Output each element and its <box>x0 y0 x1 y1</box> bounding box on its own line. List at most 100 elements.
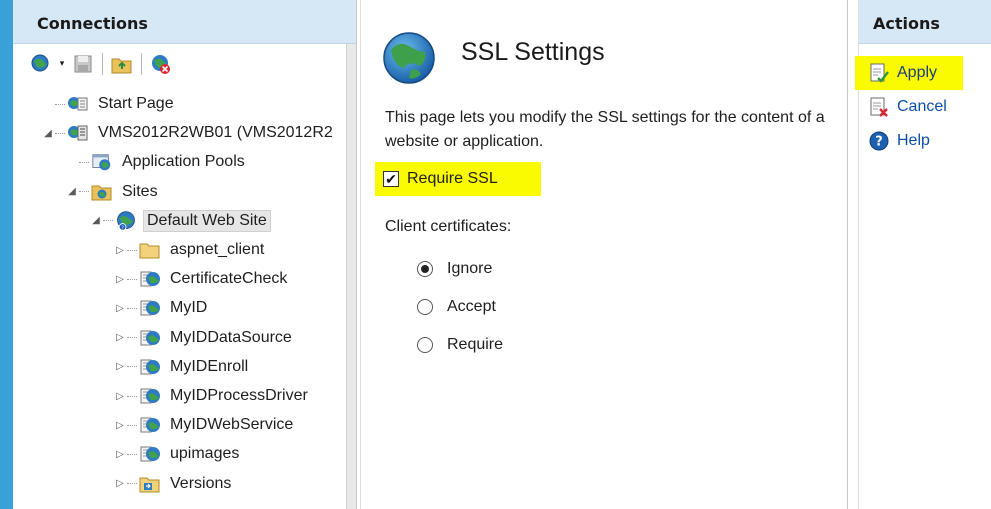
start-page-icon <box>67 93 89 115</box>
actions-header: Actions <box>859 0 991 44</box>
ssl-globe-icon <box>381 30 437 86</box>
tree-connector <box>55 132 65 134</box>
connections-pane: Connections ▾ Start Page ◢ VMS2012R2WB01 (… <box>13 0 357 509</box>
help-icon: ? <box>867 129 891 153</box>
tree-node-label: CertificateCheck <box>170 270 288 288</box>
collapse-arrow-icon[interactable]: ◢ <box>89 215 103 226</box>
expand-arrow-icon[interactable]: ▷ <box>113 303 127 314</box>
actions-pane: Actions Apply Cancel ? Help <box>855 0 991 509</box>
web-app-icon <box>139 356 161 378</box>
tree-node-label: upimages <box>170 445 240 463</box>
tree-connector <box>127 424 137 426</box>
help-label: Help <box>897 132 930 149</box>
expand-arrow-icon[interactable]: ▷ <box>113 420 127 431</box>
up-folder-icon[interactable] <box>110 52 134 76</box>
tree-connector <box>127 483 137 485</box>
tree-node-label: VMS2012R2WB01 (VMS2012R2 <box>98 124 333 142</box>
expand-arrow-icon[interactable]: ▷ <box>113 361 127 372</box>
page-description: This page lets you modify the SSL settin… <box>385 109 825 150</box>
tree-node[interactable]: ◢ VMS2012R2WB01 (VMS2012R2 <box>41 119 336 147</box>
require-ssl-label: Require SSL <box>407 170 498 187</box>
help-action[interactable]: ? Help <box>859 124 991 158</box>
collapse-arrow-icon[interactable]: ◢ <box>41 128 55 139</box>
checkmark-icon: ✔ <box>385 171 397 187</box>
apply-label: Apply <box>897 64 938 81</box>
actions-list: Apply Cancel ? Help <box>855 56 991 158</box>
app-pools-icon <box>91 151 113 173</box>
apply-icon <box>867 61 891 85</box>
connections-toolbar: ▾ <box>13 44 356 84</box>
tree-connector <box>127 249 137 251</box>
cancel-action[interactable]: Cancel <box>859 90 991 124</box>
tree-node[interactable]: ▷ upimages <box>113 440 242 468</box>
tree-connector <box>79 161 89 163</box>
tree-connector <box>127 337 137 339</box>
tree-node-label: Start Page <box>98 95 174 112</box>
tree-node[interactable]: ▷ MyIDWebService <box>113 411 296 439</box>
expand-arrow-icon[interactable]: ▷ <box>113 332 127 343</box>
radio-button[interactable] <box>417 299 433 315</box>
cancel-icon <box>867 95 891 119</box>
tree-node-label: MyIDEnroll <box>170 357 249 375</box>
tree-node[interactable]: ▷ aspnet_client <box>113 236 267 264</box>
tree-node[interactable]: ▷ Versions <box>113 470 234 498</box>
tree-node[interactable]: ◢ Sites <box>65 178 161 206</box>
require-ssl-checkbox[interactable]: ✔ Require SSL <box>375 162 541 196</box>
tree-connector <box>127 278 137 280</box>
svg-text:?: ? <box>121 225 124 231</box>
ssl-settings-pane: SSL Settings This page lets you modify t… <box>360 0 848 509</box>
disconnect-icon[interactable] <box>149 52 173 76</box>
radio-button[interactable] <box>417 261 433 277</box>
toolbar-separator <box>141 53 142 75</box>
tree-connector <box>103 220 113 222</box>
tree-node[interactable]: ◢? Default Web Site <box>89 207 271 235</box>
website-globe-icon: ? <box>115 210 137 232</box>
radio-label: Ignore <box>447 260 493 277</box>
tree-node[interactable]: ▷ CertificateCheck <box>113 265 290 293</box>
toolbar-separator <box>102 53 103 75</box>
tree-node[interactable]: ▷ MyIDDataSource <box>113 324 295 352</box>
svg-text:?: ? <box>875 135 883 150</box>
tree-node-label: Versions <box>170 474 232 492</box>
radio-selected-dot <box>421 265 429 273</box>
tree-node[interactable]: Application Pools <box>65 148 248 176</box>
expand-arrow-icon[interactable]: ▷ <box>113 245 127 256</box>
require-ssl-check-box[interactable]: ✔ <box>383 171 399 187</box>
dropdown-arrow-icon[interactable]: ▾ <box>57 52 67 76</box>
virtual-dir-icon <box>139 473 161 495</box>
tree-node[interactable]: Start Page <box>41 90 177 118</box>
client-certificates-label: Client certificates: <box>385 218 512 235</box>
window-accent-stripe <box>0 0 13 509</box>
cancel-label: Cancel <box>897 98 947 115</box>
web-app-icon <box>139 327 161 349</box>
tree-node-label: MyID <box>170 299 208 317</box>
radio-ignore[interactable]: Ignore <box>417 256 492 282</box>
expand-arrow-icon[interactable]: ▷ <box>113 478 127 489</box>
tree-connector <box>55 103 65 105</box>
connections-tree: Start Page ◢ VMS2012R2WB01 (VMS2012R2 Appli… <box>13 90 347 509</box>
expand-arrow-icon[interactable]: ▷ <box>113 449 127 460</box>
web-app-icon <box>139 297 161 319</box>
tree-connector <box>127 366 137 368</box>
tree-connector <box>127 307 137 309</box>
expand-arrow-icon[interactable]: ▷ <box>113 391 127 402</box>
tree-node-label: MyIDProcessDriver <box>170 387 308 404</box>
radio-accept[interactable]: Accept <box>417 294 496 320</box>
tree-node[interactable]: ▷ MyIDProcessDriver <box>113 382 311 410</box>
tree-node-label: Sites <box>122 182 158 200</box>
connections-splitter[interactable] <box>346 44 356 509</box>
folder-icon <box>139 239 161 261</box>
collapse-arrow-icon[interactable]: ◢ <box>65 186 79 197</box>
tree-node[interactable]: ▷ MyIDEnroll <box>113 353 251 381</box>
save-icon[interactable] <box>71 52 95 76</box>
expand-arrow-icon[interactable]: ▷ <box>113 274 127 285</box>
radio-require[interactable]: Require <box>417 332 503 358</box>
tree-node[interactable]: ▷ MyID <box>113 294 210 322</box>
connect-globe-icon[interactable] <box>29 52 53 76</box>
tree-node-label: Default Web Site <box>143 209 271 232</box>
tree-node-label: aspnet_client <box>170 241 265 258</box>
tree-connector <box>127 453 137 455</box>
apply-action[interactable]: Apply <box>855 56 963 90</box>
web-app-icon <box>139 443 161 465</box>
radio-button[interactable] <box>417 337 433 353</box>
